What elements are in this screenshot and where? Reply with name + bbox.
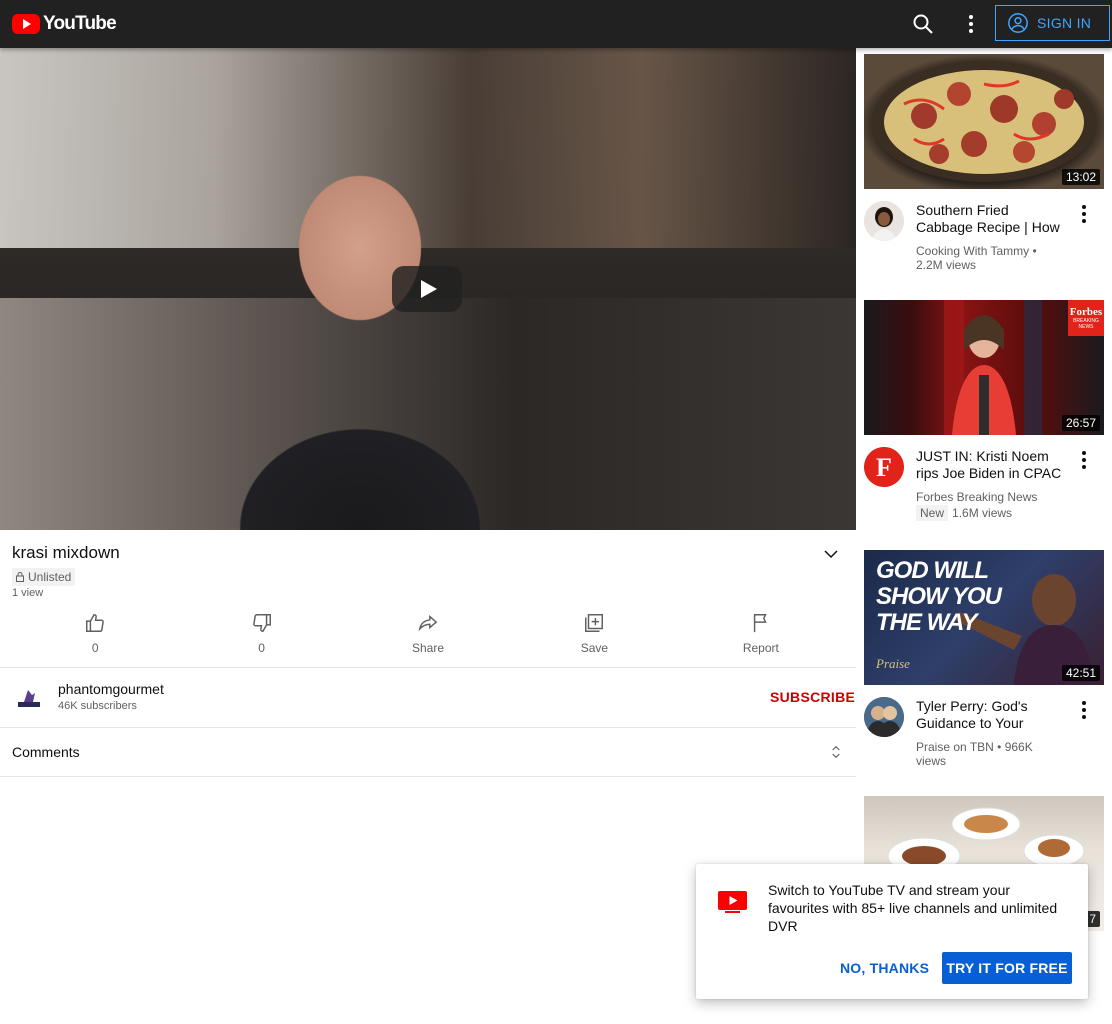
like-count: 0 bbox=[91, 641, 99, 655]
channel-avatar[interactable] bbox=[864, 697, 904, 737]
report-label: Report bbox=[742, 641, 779, 655]
divider bbox=[0, 776, 856, 777]
more-vert-icon[interactable] bbox=[1076, 450, 1092, 470]
video-duration: 13:02 bbox=[1061, 169, 1100, 185]
thumb-down-icon bbox=[252, 614, 271, 632]
channel-name: Cooking With Tammy bbox=[916, 244, 1030, 258]
forbes-badge-title: Forbes bbox=[1069, 306, 1103, 318]
report-button[interactable]: Report bbox=[678, 612, 844, 658]
action-bar: 0 0 Share Save Report bbox=[12, 612, 844, 658]
related-video-channel: Forbes Breaking News bbox=[916, 490, 1038, 504]
like-button[interactable]: 0 bbox=[12, 612, 178, 658]
sign-in-label: SIGN IN bbox=[1037, 15, 1092, 31]
visibility-label: Unlisted bbox=[28, 570, 72, 584]
svg-text:F: F bbox=[876, 453, 892, 482]
view-count: 1.6M views bbox=[952, 506, 1013, 520]
view-count: 2.2M views bbox=[916, 258, 977, 272]
forbes-badge-subtitle: BREAKING NEWS bbox=[1073, 318, 1099, 330]
play-icon[interactable] bbox=[392, 266, 462, 312]
video-duration: 42:51 bbox=[1061, 665, 1100, 681]
subscribe-button[interactable]: SUBSCRIBE bbox=[770, 689, 855, 705]
save-button[interactable]: Save bbox=[511, 612, 677, 658]
channel-avatar-image bbox=[864, 201, 904, 241]
promo-message: Switch to YouTube TV and stream your fav… bbox=[768, 882, 1058, 934]
more-vert-icon[interactable] bbox=[1076, 204, 1092, 224]
channel-avatar[interactable] bbox=[12, 680, 46, 714]
related-video[interactable]: GOD WILL SHOW YOU THE WAY Praise 42:51 T… bbox=[864, 550, 1104, 780]
channel-avatar[interactable] bbox=[864, 201, 904, 241]
share-icon bbox=[418, 614, 438, 632]
subscriber-count: 46K subscribers bbox=[58, 700, 137, 712]
new-badge: New bbox=[916, 505, 949, 521]
forbes-badge: Forbes BREAKING NEWS bbox=[1068, 300, 1104, 336]
related-video-title[interactable]: Southern Fried Cabbage Recipe | How bbox=[916, 202, 1066, 236]
youtube-play-icon bbox=[12, 14, 40, 34]
comments-header[interactable]: Comments bbox=[12, 744, 80, 760]
related-video-title[interactable]: Tyler Perry: God's Guidance to Your bbox=[916, 698, 1066, 732]
youtube-tv-promo: Switch to YouTube TV and stream your fav… bbox=[696, 864, 1088, 999]
channel-name[interactable]: phantomgourmet bbox=[58, 681, 164, 697]
sign-in-button[interactable]: SIGN IN bbox=[995, 5, 1110, 41]
related-video[interactable]: Forbes BREAKING NEWS 26:57 F JUST IN: Kr… bbox=[864, 300, 1104, 530]
share-label: Share bbox=[412, 641, 445, 655]
channel-logo-icon bbox=[12, 680, 46, 714]
more-vert-icon[interactable] bbox=[959, 12, 983, 36]
dislike-button[interactable]: 0 bbox=[178, 612, 344, 658]
related-video[interactable]: 13:02 Southern Fried Cabbage Recipe | Ho… bbox=[864, 54, 1104, 284]
related-video-title[interactable]: JUST IN: Kristi Noem rips Joe Biden in C… bbox=[916, 448, 1066, 482]
channel-avatar-image bbox=[864, 697, 904, 737]
lock-icon bbox=[16, 572, 24, 582]
channel-avatar[interactable]: F bbox=[864, 447, 904, 487]
video-thumbnail[interactable]: Forbes BREAKING NEWS 26:57 bbox=[864, 300, 1104, 435]
video-frame-subject bbox=[210, 108, 510, 530]
video-thumbnail[interactable]: 13:02 bbox=[864, 54, 1104, 189]
youtube-logo[interactable]: YouTube bbox=[12, 13, 117, 35]
unfold-icon[interactable] bbox=[828, 744, 844, 760]
video-player[interactable] bbox=[0, 48, 856, 530]
dislike-count: 0 bbox=[258, 641, 265, 655]
praise-logo: Praise bbox=[876, 656, 910, 671]
related-video-meta: New 1.6M views bbox=[916, 505, 1056, 521]
search-icon[interactable] bbox=[911, 12, 935, 36]
share-button[interactable]: Share bbox=[345, 612, 511, 658]
thumbnail-caption: GOD WILL SHOW YOU THE WAY bbox=[876, 557, 1002, 636]
channel-name: Praise on TBN bbox=[916, 740, 994, 754]
video-title: krasi mixdown bbox=[12, 543, 120, 562]
divider bbox=[0, 667, 856, 668]
playlist-add-icon bbox=[585, 614, 604, 632]
account-circle-icon bbox=[1008, 13, 1028, 33]
related-video-channel: Praise on TBN • 966K views bbox=[916, 740, 1033, 768]
flag-icon bbox=[753, 614, 767, 633]
top-bar: YouTube SIGN IN bbox=[0, 0, 1112, 48]
chevron-down-icon[interactable] bbox=[822, 545, 840, 563]
forbes-logo-icon: F bbox=[864, 447, 904, 487]
no-thanks-button[interactable]: NO, THANKS bbox=[840, 960, 929, 976]
divider bbox=[0, 727, 856, 728]
youtube-tv-icon bbox=[718, 891, 747, 913]
try-it-free-button[interactable]: TRY IT FOR FREE bbox=[942, 952, 1072, 984]
related-video-channel: Cooking With Tammy • 2.2M views bbox=[916, 244, 1037, 272]
video-duration: 26:57 bbox=[1061, 415, 1100, 431]
unlisted-badge: Unlisted bbox=[12, 568, 76, 586]
save-label: Save bbox=[580, 641, 609, 655]
more-vert-icon[interactable] bbox=[1076, 700, 1092, 720]
video-thumbnail[interactable]: GOD WILL SHOW YOU THE WAY Praise 42:51 bbox=[864, 550, 1104, 685]
brand-name: YouTube bbox=[43, 13, 117, 34]
thumb-up-icon bbox=[86, 614, 105, 632]
view-count: 1 view bbox=[12, 587, 44, 599]
